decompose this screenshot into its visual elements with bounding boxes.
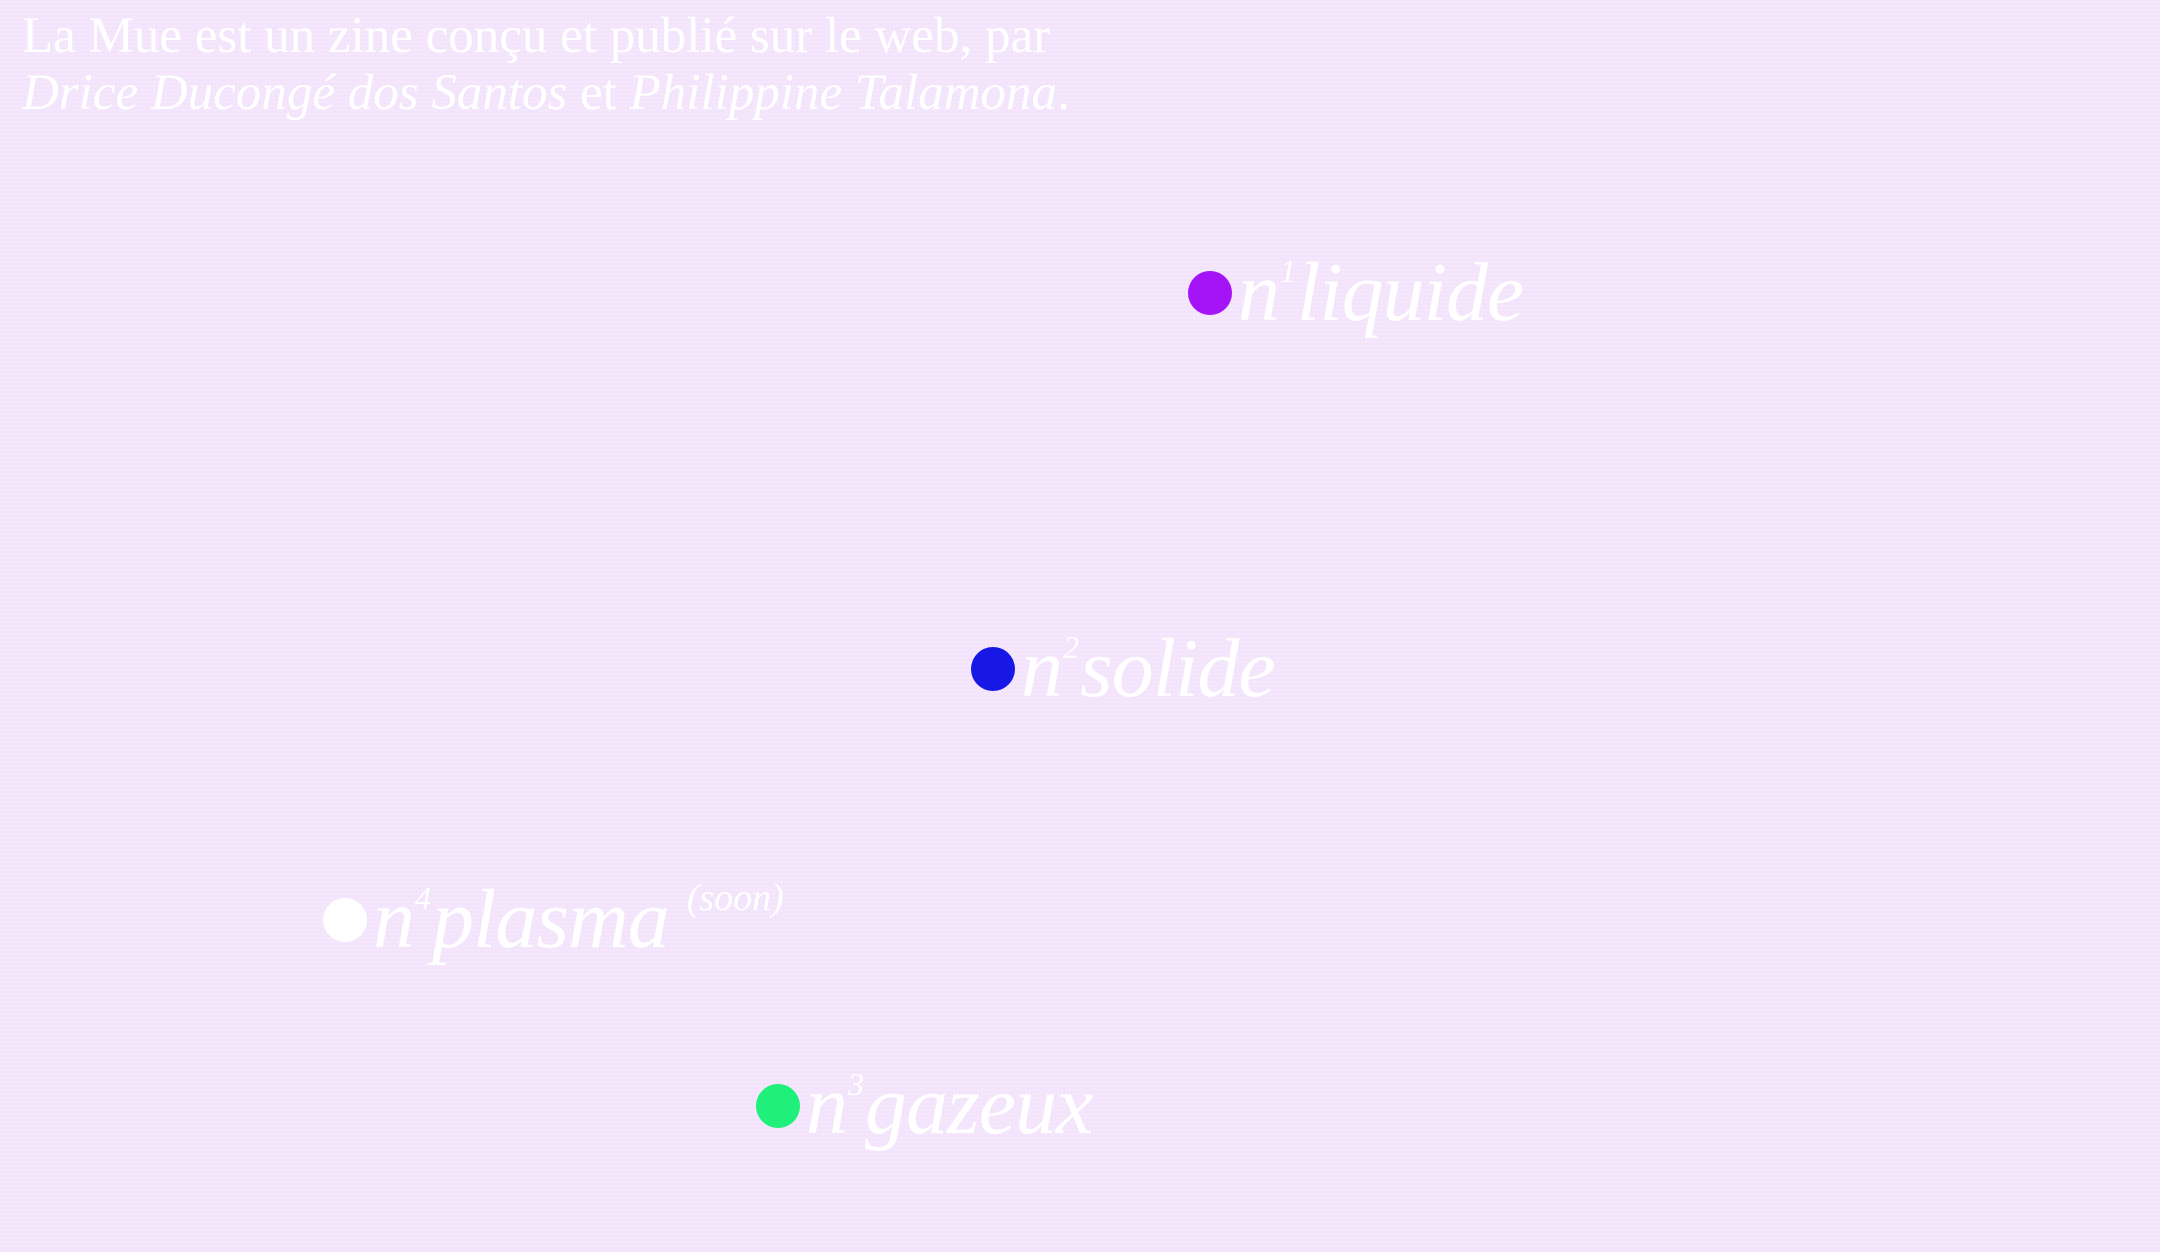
author-name-2: Philippine Talamona bbox=[629, 65, 1058, 121]
author-name-1: Drice Ducongé dos Santos bbox=[22, 65, 568, 121]
issue-dot-solide bbox=[971, 647, 1015, 691]
issue-link-gazeux[interactable]: n3gazeux bbox=[756, 1064, 1093, 1148]
issue-link-solide[interactable]: n2solide bbox=[971, 627, 1276, 711]
issue-link-liquide[interactable]: n1liquide bbox=[1188, 251, 1524, 335]
intro-connector: et bbox=[580, 65, 617, 121]
issue-title-gazeux: n3gazeux bbox=[806, 1064, 1093, 1148]
issue-title-solide: n2solide bbox=[1021, 627, 1276, 711]
issue-prefix: n bbox=[1238, 246, 1280, 339]
issue-number: 3 bbox=[848, 1066, 864, 1102]
issue-dot-liquide bbox=[1188, 271, 1232, 315]
intro-text: La Mue est un zine conçu et publié sur l… bbox=[22, 8, 1070, 122]
intro-line-2: Drice Ducongé dos Santos et Philippine T… bbox=[22, 65, 1070, 122]
issue-prefix: n bbox=[373, 873, 415, 966]
issue-name: plasma bbox=[432, 873, 670, 966]
issue-soon-note: (soon) bbox=[686, 877, 784, 919]
issue-prefix: n bbox=[1021, 622, 1063, 715]
issue-number: 1 bbox=[1280, 253, 1296, 289]
issue-name: liquide bbox=[1297, 246, 1524, 339]
intro-line-1: La Mue est un zine conçu et publié sur l… bbox=[22, 8, 1051, 64]
issue-title-plasma: n4plasma bbox=[373, 878, 670, 962]
issue-prefix: n bbox=[806, 1059, 848, 1152]
issue-number: 4 bbox=[415, 880, 431, 916]
issue-name: gazeux bbox=[865, 1059, 1093, 1152]
issue-link-plasma[interactable]: n4plasma (soon) bbox=[323, 877, 784, 962]
issue-name: solide bbox=[1080, 622, 1276, 715]
issue-dot-plasma bbox=[323, 898, 367, 942]
intro-period: . bbox=[1057, 65, 1070, 121]
issue-title-liquide: n1liquide bbox=[1238, 251, 1524, 335]
issue-dot-gazeux bbox=[756, 1084, 800, 1128]
issue-number: 2 bbox=[1063, 629, 1079, 665]
